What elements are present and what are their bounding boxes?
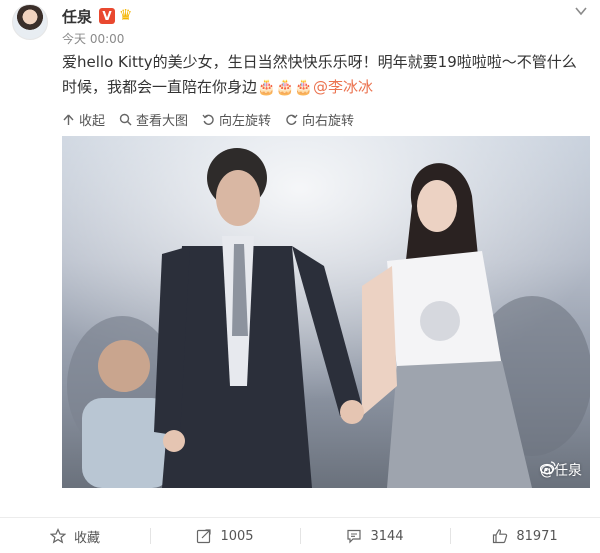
weibo-logo-icon [540,461,556,474]
chevron-down-icon[interactable] [574,4,588,18]
rotate-left-icon [202,114,214,125]
action-bar: 收藏 1005 3144 81971 [0,520,600,552]
like-count: 81971 [516,528,558,544]
collapse-label: 收起 [79,113,106,129]
image-toolbar: 收起 查看大图 向左旋转 向右旋转 [62,108,354,130]
rotate-right-icon [286,114,298,125]
collapse-button[interactable]: 收起 [62,108,105,130]
repost-icon [197,529,212,544]
view-large-label: 查看大图 [136,113,189,129]
comment-icon [347,529,362,544]
verified-badge-icon: V [99,8,115,24]
post-photo[interactable]: @任泉 [62,136,590,488]
footer-divider [0,517,600,518]
weibo-post-card: 任泉 V ♛ 今天 00:00 爱hello Kitty的美少女，生日当然快快乐… [0,0,600,553]
photo-scene [62,136,590,488]
like-button[interactable]: 81971 [450,520,600,552]
thumbs-up-icon [493,529,508,544]
view-large-button[interactable]: 查看大图 [119,108,188,130]
repost-button[interactable]: 1005 [150,520,300,552]
rotate-left-label: 向左旋转 [219,113,272,129]
mention-link[interactable]: @李冰冰 [313,78,373,96]
emoji-cake-icons: 🎂🎂🎂 [257,78,314,96]
rotate-right-label: 向右旋转 [302,113,355,129]
favorite-button[interactable]: 收藏 [0,520,150,552]
repost-count: 1005 [220,528,254,544]
rotate-right-button[interactable]: 向右旋转 [285,108,354,130]
member-crown-icon: ♛ [119,6,133,24]
magnifier-icon [119,113,132,125]
post-time[interactable]: 今天 00:00 [62,30,124,47]
star-icon [49,528,66,544]
post-text: 爱hello Kitty的美少女，生日当然快快乐乐呀！明年就要19啦啦啦～不管什… [62,50,590,100]
rotate-left-button[interactable]: 向左旋转 [202,108,271,130]
photo-watermark: @任泉 [540,460,582,480]
comment-count: 3144 [370,528,404,544]
avatar[interactable] [12,4,48,40]
favorite-label: 收藏 [73,530,100,546]
arrow-up-icon [63,114,74,125]
comment-button[interactable]: 3144 [300,520,450,552]
username[interactable]: 任泉 [62,6,92,27]
